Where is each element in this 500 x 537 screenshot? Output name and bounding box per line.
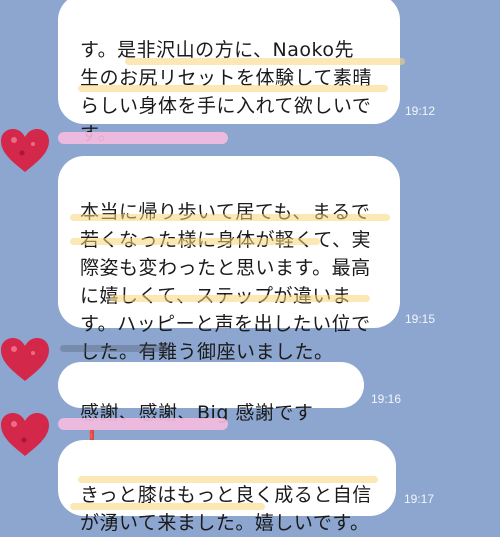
text-highlight [78, 476, 378, 483]
message-time: 19:16 [371, 392, 402, 406]
text-highlight [70, 214, 390, 221]
heart-avatar-icon [1, 129, 49, 172]
message-text: す。是非沢山の方に、Naoko先 生のお尻リセットを体験して素晴 らしい身体を手… [80, 39, 372, 145]
sender-name [58, 418, 228, 430]
message-time: 19:17 [404, 492, 435, 506]
text-highlight [125, 58, 405, 65]
text-highlight [70, 238, 320, 245]
heart-avatar-icon [1, 413, 49, 456]
sender-name [58, 132, 228, 144]
text-highlight [70, 503, 265, 510]
message-time: 19:12 [405, 104, 436, 118]
message-text: 本当に帰り歩いて居ても、まるで 若くなった様に身体が軽くて、実 際姿も変わったと… [80, 201, 371, 363]
sender-name [60, 345, 170, 352]
message-time: 19:15 [405, 312, 436, 326]
text-highlight [110, 295, 370, 302]
heart-avatar-icon [1, 338, 49, 381]
message-bubble: 感謝、感謝、Big 感謝です ❗ [58, 362, 364, 452]
text-highlight [78, 85, 388, 92]
